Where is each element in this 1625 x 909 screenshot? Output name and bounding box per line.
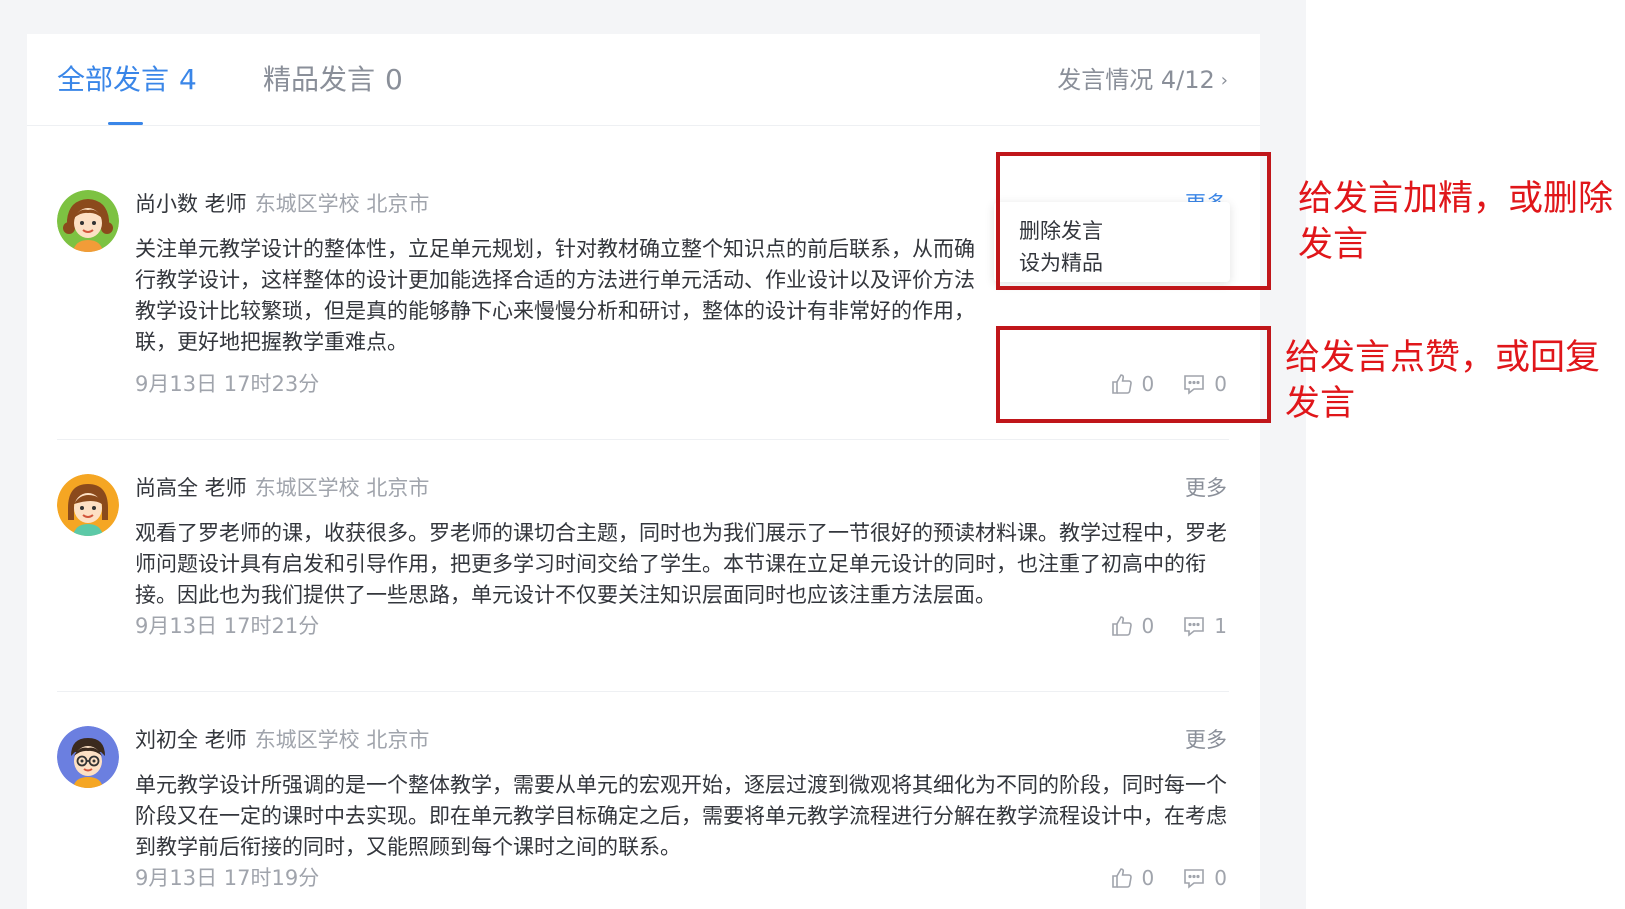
like-count: 0: [1141, 866, 1155, 890]
author-meta: 东城区学校 北京市: [254, 476, 430, 500]
comment-actions: 0 0: [1110, 864, 1227, 892]
annotation-note-like: 给发言点赞，或回复发言: [1285, 338, 1601, 424]
comment-text: 单元教学设计所强调的是一个整体教学，需要从单元的宏观开始，逐层过渡到微观将其细化…: [135, 773, 1227, 859]
author-name: 刘初全 老师: [135, 728, 247, 752]
thumbs-up-icon: [1110, 866, 1134, 890]
tab-all-label: 全部发言: [57, 63, 170, 96]
tab-all-count: 4: [179, 63, 197, 96]
like-button[interactable]: 0: [1110, 866, 1155, 890]
annotation-box-more: [996, 152, 1271, 290]
avatar: [57, 190, 119, 252]
more-button[interactable]: 更多: [1185, 726, 1227, 754]
author-line: 尚小数 老师 东城区学校 北京市: [135, 190, 429, 218]
comment-bubble-icon: [1182, 614, 1206, 638]
comment-bubble-icon: [1182, 866, 1206, 890]
reply-button[interactable]: 1: [1182, 614, 1227, 638]
avatar: [57, 474, 119, 536]
author-name: 尚小数 老师: [135, 192, 247, 216]
comment-time: 9月13日 17时23分: [135, 372, 320, 396]
author-line: 尚高全 老师 东城区学校 北京市: [135, 474, 429, 502]
comment-item: 刘初全 老师 东城区学校 北京市 更多 单元教学设计所强调的是一个整体教学，需要从…: [57, 692, 1229, 909]
annotation-note-feature: 给发言加精，或删除发言: [1298, 179, 1614, 265]
author-meta: 东城区学校 北京市: [254, 728, 430, 752]
author-meta: 东城区学校 北京市: [254, 192, 430, 216]
comment-actions: 0 1: [1110, 612, 1227, 640]
active-tab-indicator: [108, 122, 143, 125]
stats-label: 发言情况 4/12: [1057, 66, 1215, 94]
tab-featured-comments[interactable]: 精品发言 0: [263, 62, 403, 98]
tab-best-label: 精品发言: [263, 63, 376, 96]
reply-button[interactable]: 0: [1182, 866, 1227, 890]
reply-count: 0: [1214, 866, 1227, 890]
comment-time: 9月13日 17时21分: [135, 614, 320, 638]
like-button[interactable]: 0: [1110, 614, 1155, 638]
more-button[interactable]: 更多: [1185, 474, 1227, 502]
reply-count: 1: [1214, 614, 1227, 638]
thumbs-up-icon: [1110, 614, 1134, 638]
author-name: 尚高全 老师: [135, 476, 247, 500]
like-count: 0: [1141, 614, 1155, 638]
author-line: 刘初全 老师 东城区学校 北京市: [135, 726, 429, 754]
comment-time: 9月13日 17时19分: [135, 866, 320, 890]
comment-text: 关注单元教学设计的整体性，立足单元规划，针对教材确立整个知识点的前后联系，从而确…: [135, 237, 975, 354]
comment-stats-link[interactable]: 发言情况 4/12 ›: [1057, 64, 1228, 99]
avatar: [57, 726, 119, 788]
comment-text: 观看了罗老师的课，收获很多。罗老师的课切合主题，同时也为我们展示了一节很好的预读…: [135, 521, 1227, 607]
tab-bar: 全部发言 4 精品发言 0 发言情况 4/12 ›: [27, 34, 1260, 126]
annotation-box-actions: [996, 326, 1271, 423]
comment-item: 尚高全 老师 东城区学校 北京市 更多 观看了罗老师的课，收获很多。罗老师的课切合…: [57, 440, 1229, 692]
tab-best-count: 0: [385, 63, 403, 96]
tab-all-comments[interactable]: 全部发言 4: [57, 62, 197, 98]
chevron-right-icon: ›: [1220, 70, 1228, 91]
